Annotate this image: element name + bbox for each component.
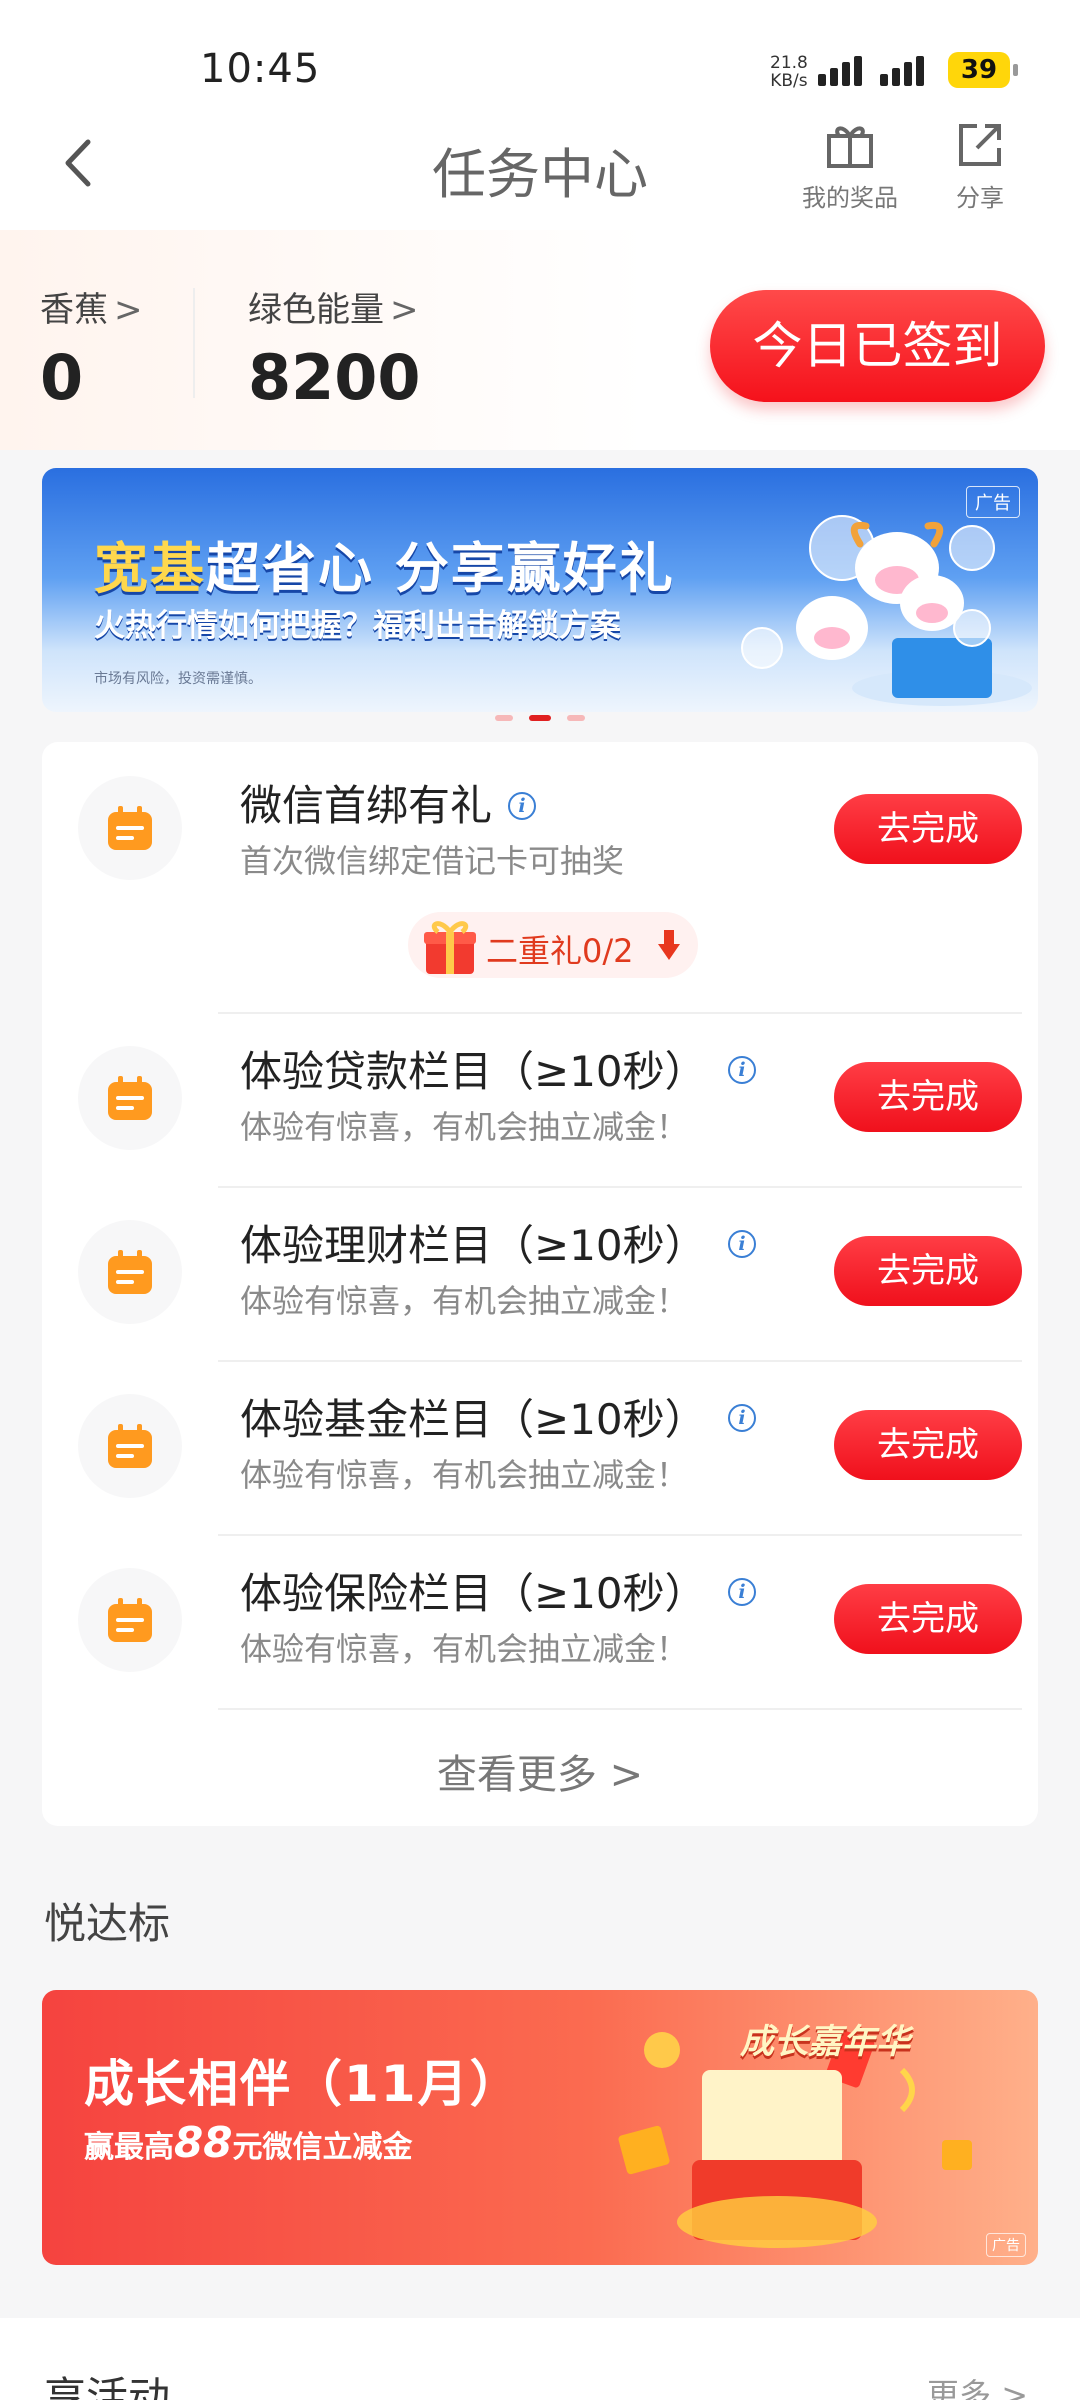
task-description: 体验有惊喜，有机会抽立减金！ bbox=[240, 1108, 689, 1146]
checkin-button[interactable]: 今日已签到 bbox=[710, 290, 1045, 402]
complete-task-button[interactable]: 去完成 bbox=[834, 1236, 1022, 1306]
task-list-card: 微信首绑有礼 i 首次微信绑定借记卡可抽奖 去完成 二重礼0/2 体验贷款栏目（… bbox=[42, 742, 1038, 1826]
my-prizes-button[interactable]: 我的奖品 bbox=[790, 120, 910, 213]
arrow-down-icon bbox=[658, 930, 680, 960]
divider bbox=[218, 1186, 1022, 1188]
double-gift-badge[interactable]: 二重礼0/2 bbox=[408, 912, 698, 978]
complete-task-button[interactable]: 去完成 bbox=[834, 794, 1022, 864]
share-icon bbox=[959, 124, 1001, 166]
green-energy-value: 8200 bbox=[248, 341, 421, 414]
task-description: 首次微信绑定借记卡可抽奖 bbox=[240, 842, 625, 880]
complete-task-button[interactable]: 去完成 bbox=[834, 1062, 1022, 1132]
chevron-right-icon: > bbox=[390, 290, 419, 330]
complete-task-button[interactable]: 去完成 bbox=[834, 1584, 1022, 1654]
pagination-dot bbox=[495, 715, 513, 721]
banana-value: 0 bbox=[40, 341, 84, 414]
promo-subtitle: 赢最高88元微信立减金 bbox=[84, 2118, 413, 2167]
share-button[interactable]: 分享 bbox=[920, 120, 1040, 213]
divider bbox=[193, 288, 195, 398]
task-title: 体验保险栏目（≥10秒） bbox=[240, 1569, 707, 1618]
share-label: 分享 bbox=[956, 184, 1004, 212]
calendar-icon bbox=[108, 1250, 152, 1294]
info-icon[interactable]: i bbox=[728, 1230, 756, 1258]
section-title: 悦达标 bbox=[44, 1899, 171, 1948]
activity-section-header: 享活动 更多 > bbox=[0, 2318, 1080, 2400]
task-icon bbox=[78, 1394, 182, 1498]
info-icon[interactable]: i bbox=[728, 1404, 756, 1432]
status-time: 10:45 bbox=[200, 46, 321, 92]
task-title: 体验贷款栏目（≥10秒） bbox=[240, 1047, 707, 1096]
green-energy-stat[interactable]: 绿色能量 > 8200 bbox=[248, 282, 421, 414]
pagination-dot bbox=[567, 715, 585, 721]
promo-badge: 成长嘉年华 bbox=[740, 2022, 910, 2062]
task-title: 体验基金栏目（≥10秒） bbox=[240, 1395, 707, 1444]
banner-pagination bbox=[0, 706, 1080, 725]
pagination-dot-active bbox=[529, 715, 551, 721]
divider bbox=[218, 1360, 1022, 1362]
divider bbox=[218, 1534, 1022, 1536]
banana-label: 香蕉 bbox=[40, 290, 108, 330]
task-description: 体验有惊喜，有机会抽立减金！ bbox=[240, 1630, 689, 1668]
double-gift-label: 二重礼0/2 bbox=[486, 932, 634, 970]
network-speed-value: 21.8 bbox=[770, 53, 808, 73]
calendar-icon bbox=[108, 1598, 152, 1642]
task-icon bbox=[78, 1046, 182, 1150]
network-speed-unit: KB/s bbox=[770, 71, 808, 91]
nav-bar: 任务中心 我的奖品 分享 bbox=[0, 100, 1080, 230]
calendar-icon bbox=[108, 1076, 152, 1120]
see-more-link[interactable]: 查看更多 > bbox=[42, 1742, 1038, 1800]
divider bbox=[218, 1708, 1022, 1710]
divider bbox=[218, 1012, 1022, 1014]
task-title: 体验理财栏目（≥10秒） bbox=[240, 1221, 707, 1270]
chevron-right-icon: > bbox=[991, 2376, 1028, 2400]
info-icon[interactable]: i bbox=[728, 1056, 756, 1084]
calendar-icon bbox=[108, 806, 152, 850]
promo-title: 成长相伴（11月） bbox=[84, 2055, 522, 2113]
cartoon-mascot-illustration bbox=[741, 515, 1032, 706]
chevron-right-icon: > bbox=[114, 290, 143, 330]
task-icon bbox=[78, 1568, 182, 1672]
stats-header: 香蕉 > 0 绿色能量 > 8200 今日已签到 bbox=[0, 230, 1080, 450]
gift-box-icon bbox=[424, 921, 476, 974]
growth-promo-banner[interactable]: 成长嘉年华 成长相伴（11月） 赢最高88元微信立减金 广告 bbox=[42, 1990, 1038, 2265]
info-icon[interactable]: i bbox=[728, 1578, 756, 1606]
calendar-icon bbox=[108, 1424, 152, 1468]
task-icon bbox=[78, 776, 182, 880]
complete-task-button[interactable]: 去完成 bbox=[834, 1410, 1022, 1480]
task-title: 微信首绑有礼 bbox=[240, 781, 493, 830]
network-speed: 21.8 KB/s bbox=[770, 54, 808, 90]
page-title: 任务中心 bbox=[432, 143, 648, 206]
chevron-right-icon: > bbox=[596, 1752, 644, 1798]
banner-headline: 宽基超省心 分享赢好礼 bbox=[94, 537, 675, 600]
task-description: 体验有惊喜，有机会抽立减金！ bbox=[240, 1456, 689, 1494]
banner-disclaimer: 市场有风险，投资需谨慎。 bbox=[94, 671, 262, 687]
my-prizes-label: 我的奖品 bbox=[802, 184, 898, 212]
signal-icon bbox=[880, 56, 930, 86]
gift-icon bbox=[827, 126, 873, 168]
ad-tag: 广告 bbox=[986, 2233, 1026, 2257]
task-description: 体验有惊喜，有机会抽立减金！ bbox=[240, 1282, 689, 1320]
battery-icon: 39 bbox=[948, 52, 1018, 88]
section-title: 享活动 bbox=[44, 2373, 171, 2400]
banana-stat[interactable]: 香蕉 > 0 bbox=[40, 282, 143, 414]
green-energy-label: 绿色能量 bbox=[248, 290, 384, 330]
info-icon[interactable]: i bbox=[508, 792, 536, 820]
banner-subline: 火热行情如何把握？福利出击解锁方案 bbox=[94, 608, 621, 644]
ad-banner[interactable]: 广告 宽基超省心 分享赢好礼 火热行情如何把握？福利出击解锁方案 市场有风险，投… bbox=[42, 468, 1038, 712]
more-link[interactable]: 更多 > bbox=[927, 2370, 1028, 2400]
signal-icon bbox=[818, 56, 868, 86]
task-icon bbox=[78, 1220, 182, 1324]
